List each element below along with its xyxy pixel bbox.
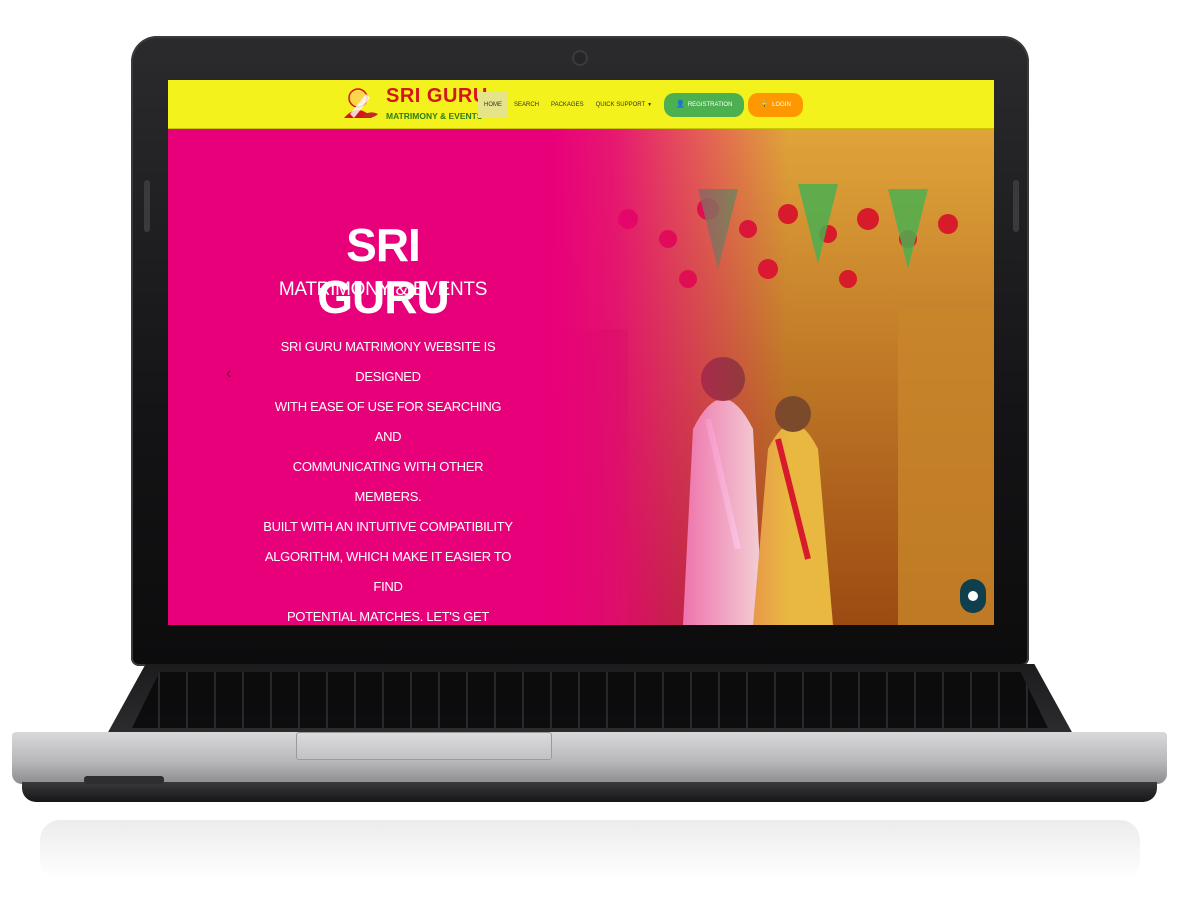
caret-down-icon: ▼ (647, 102, 653, 108)
hero-subtitle: MATRIMONY & EVENTS (278, 279, 488, 300)
hero-description-line: BUILT WITH AN INTUITIVE COMPATIBILITY (263, 519, 513, 534)
keyboard (132, 672, 1048, 728)
hero-slider: SRI GURU MATRIMONY & EVENTS SRI GURU MAT… (168, 129, 994, 625)
laptop-base (12, 664, 1167, 814)
guru-emblem-icon (344, 88, 378, 118)
hero-description: SRI GURU MATRIMONY WEBSITE IS DESIGNED W… (263, 332, 513, 625)
touchpad (296, 732, 552, 760)
user-plus-icon: 👤 (676, 101, 685, 108)
nav-search[interactable]: SEARCH (508, 92, 545, 118)
card-slot (84, 776, 164, 784)
logo-subtitle: MATRIMONY & EVENTS (386, 111, 483, 121)
logo-title: SRI GURU (386, 85, 488, 107)
lock-icon: 🔒 (760, 101, 770, 108)
registration-label: REGISTRATION (687, 102, 733, 108)
palm-rest (12, 732, 1167, 784)
nav-quick-support-label: QUICK SUPPORT (595, 102, 646, 108)
site-logo[interactable]: SRI GURU MATRIMONY & EVENTS (338, 84, 487, 124)
hero-description-line: WITH EASE OF USE FOR SEARCHING AND (274, 399, 502, 444)
lid-edge-left (144, 180, 150, 232)
login-label: LOGIN (772, 102, 791, 108)
laptop-screen: SRI GURU MATRIMONY & EVENTS HOME SEARCH … (168, 80, 994, 625)
hero-description-line: COMMUNICATING WITH OTHER MEMBERS. (292, 459, 484, 504)
hero-title: SRI GURU (317, 219, 449, 323)
chat-dot (968, 591, 978, 601)
registration-button[interactable]: 👤 REGISTRATION (664, 93, 745, 117)
site-header: SRI GURU MATRIMONY & EVENTS HOME SEARCH … (168, 80, 994, 129)
login-button[interactable]: 🔒 LOGIN (748, 93, 803, 117)
hero-description-line: SRI GURU MATRIMONY WEBSITE IS DESIGNED (280, 339, 496, 384)
slider-prev-icon[interactable]: ‹ (226, 365, 231, 383)
nav-packages[interactable]: PACKAGES (545, 92, 590, 118)
chat-bubble-icon[interactable] (960, 579, 986, 613)
webcam (572, 50, 588, 66)
hero-description-line: POTENTIAL MATCHES. LET'S GET STARTED... (286, 609, 490, 624)
floor-reflection (40, 820, 1140, 880)
laptop-bottom-edge (22, 782, 1157, 802)
nav-home[interactable]: HOME (478, 92, 508, 118)
lid-edge-right (1013, 180, 1019, 232)
hero-description-line: ALGORITHM, WHICH MAKE IT EASIER TO FIND (264, 549, 512, 594)
main-nav: HOME SEARCH PACKAGES QUICK SUPPORT ▼ 👤 RE… (478, 92, 803, 118)
nav-quick-support[interactable]: QUICK SUPPORT ▼ (590, 92, 659, 118)
